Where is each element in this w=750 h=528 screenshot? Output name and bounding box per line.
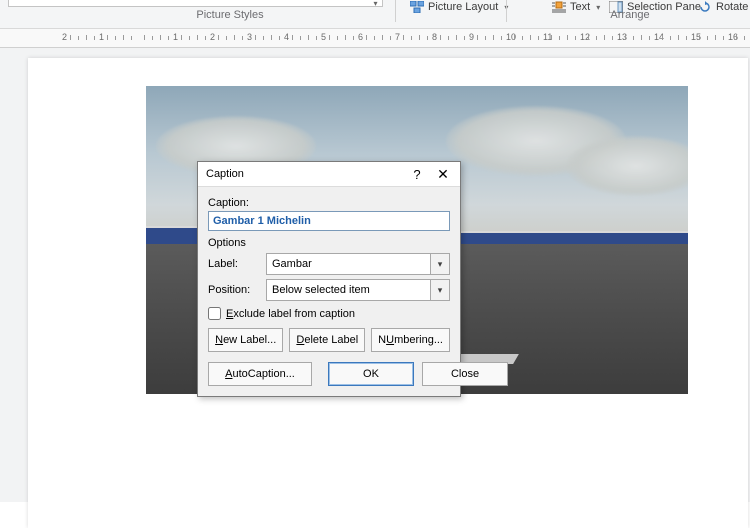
ruler-mark: 1 (99, 32, 104, 42)
chevron-down-icon: ▾ (430, 254, 449, 274)
chevron-down-icon: ▾ (430, 280, 449, 300)
position-dropdown-value: Below selected item (267, 284, 430, 296)
ruler-mark: 7 (395, 32, 400, 42)
rotate-button[interactable]: Rotate (698, 0, 748, 14)
ruler-mark: 1 (173, 32, 178, 42)
dialog-title: Caption (206, 168, 404, 180)
exclude-label-text: Exclude label from caption (226, 308, 355, 320)
caption-dialog: Caption ? ✕ Caption: Options Label: Gamb… (197, 161, 461, 397)
ruler-mark: 2 (62, 32, 67, 42)
ribbon-separator (506, 0, 507, 22)
ruler-mark: 6 (358, 32, 363, 42)
document-area: Caption ? ✕ Caption: Options Label: Gamb… (0, 48, 750, 502)
horizontal-ruler[interactable]: 211234567891011121314151617 (0, 29, 750, 48)
new-label-button[interactable]: New Label... (208, 328, 283, 352)
rotate-label: Rotate (716, 1, 748, 13)
ok-button[interactable]: OK (328, 362, 414, 386)
ribbon: ▾ Picture Styles Picture Layout ▾ Text ▾… (0, 0, 750, 29)
picture-styles-gallery[interactable] (8, 0, 380, 7)
label-dropdown[interactable]: Gambar ▾ (266, 253, 450, 275)
ruler-mark: 4 (284, 32, 289, 42)
position-dropdown-label: Position: (208, 284, 260, 296)
help-button[interactable]: ? (404, 164, 430, 184)
numbering-button[interactable]: NUmbering... (371, 328, 450, 352)
ruler-mark: 2 (210, 32, 215, 42)
picture-layout-button[interactable]: Picture Layout ▾ (410, 0, 508, 14)
autocaption-button[interactable]: AutoCaption... (208, 362, 312, 386)
ruler-mark: 3 (247, 32, 252, 42)
wrap-text-icon (552, 1, 566, 13)
ruler-mark: 5 (321, 32, 326, 42)
ruler-mark: 8 (432, 32, 437, 42)
picture-styles-more[interactable]: ▾ (369, 0, 383, 7)
dialog-titlebar[interactable]: Caption ? ✕ (198, 162, 460, 187)
options-label: Options (208, 237, 450, 249)
ruler-mark: 9 (469, 32, 474, 42)
picture-layout-icon (410, 1, 424, 13)
position-dropdown[interactable]: Below selected item ▾ (266, 279, 450, 301)
ribbon-separator (395, 0, 396, 22)
close-dialog-button[interactable]: Close (422, 362, 508, 386)
close-icon: ✕ (437, 166, 449, 183)
caption-field-label: Caption: (208, 197, 450, 209)
picture-layout-label: Picture Layout (428, 1, 498, 13)
exclude-label-checkbox-row[interactable]: Exclude label from caption (208, 307, 450, 320)
delete-label-button[interactable]: Delete Label (289, 328, 365, 352)
picture-styles-group-label: Picture Styles (170, 9, 290, 21)
label-dropdown-value: Gambar (267, 258, 430, 270)
exclude-label-checkbox[interactable] (208, 307, 221, 320)
caption-input[interactable] (208, 211, 450, 231)
close-button[interactable]: ✕ (430, 164, 456, 184)
label-dropdown-label: Label: (208, 258, 260, 270)
rotate-icon (698, 1, 712, 13)
arrange-group-label: Arrange (580, 9, 680, 21)
